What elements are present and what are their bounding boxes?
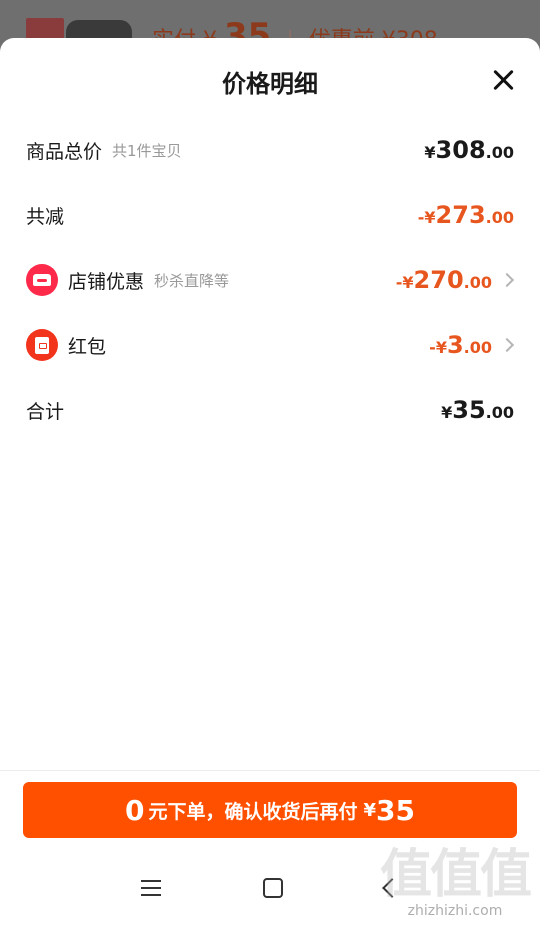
store-discount-note: 秒杀直降等 xyxy=(154,271,230,290)
chevron-right-icon[interactable] xyxy=(499,272,515,288)
amount-integer: 35 xyxy=(452,396,486,424)
currency-symbol: ¥ xyxy=(441,403,453,422)
currency-symbol: ¥ xyxy=(435,338,447,357)
store-discount-amount: - ¥ 270 .00 xyxy=(396,266,492,294)
amount-integer: 308 xyxy=(435,136,486,164)
sheet-title: 价格明细 xyxy=(222,70,318,98)
cta-zero: 0 xyxy=(125,793,145,827)
sum-label: 合计 xyxy=(26,400,65,423)
watermark-url: zhizhizhi.com xyxy=(407,903,503,919)
currency-symbol: ¥ xyxy=(424,208,436,227)
home-icon[interactable] xyxy=(263,877,283,898)
currency-symbol: ¥ xyxy=(402,273,414,292)
place-order-button[interactable]: 0 元下单，确认收货后再付 ¥ 35 xyxy=(23,782,517,838)
minus-sign: - xyxy=(429,338,436,357)
menu-icon[interactable] xyxy=(141,879,161,896)
watermark: 值值值 zhizhizhi.com xyxy=(379,845,532,919)
total-price-amount: ¥ 308 .00 xyxy=(424,136,514,164)
row-store-discount[interactable]: 店铺优惠 秒杀直降等 - ¥ 270 .00 xyxy=(26,260,515,300)
amount-decimal: .00 xyxy=(485,208,514,227)
red-envelope-icon xyxy=(26,329,58,361)
minus-sign: - xyxy=(395,273,403,292)
amount-decimal: .00 xyxy=(485,403,514,422)
row-sum: 合计 ¥ 35 .00 xyxy=(26,390,514,430)
store-icon xyxy=(26,264,58,296)
store-discount-label: 店铺优惠 xyxy=(68,270,145,293)
amount-decimal: .00 xyxy=(463,338,492,357)
total-price-label: 商品总价 xyxy=(26,140,103,163)
close-icon[interactable] xyxy=(492,68,516,92)
cta-text: 元下单，确认收货后再付 xyxy=(148,800,358,823)
price-detail-sheet: 价格明细 商品总价 共1件宝贝 ¥ 308 .00 共减 - ¥ 273 .00… xyxy=(0,38,540,925)
red-envelope-amount: - ¥ 3 .00 xyxy=(429,331,492,359)
item-count: 共1件宝贝 xyxy=(112,141,182,160)
minus-sign: - xyxy=(417,208,425,227)
red-envelope-label: 红包 xyxy=(68,335,107,358)
amount-integer: 270 xyxy=(413,266,464,294)
row-total-reduction: 共减 - ¥ 273 .00 xyxy=(26,195,514,235)
amount-integer: 3 xyxy=(446,331,464,359)
amount-decimal: .00 xyxy=(463,273,492,292)
sum-amount: ¥ 35 .00 xyxy=(441,396,514,424)
row-total-price: 商品总价 共1件宝贝 ¥ 308 .00 xyxy=(26,130,514,170)
amount-decimal: .00 xyxy=(485,143,514,162)
row-red-envelope[interactable]: 红包 - ¥ 3 .00 xyxy=(26,325,515,365)
reduction-amount: - ¥ 273 .00 xyxy=(418,201,514,229)
currency-symbol: ¥ xyxy=(424,143,436,162)
reduction-label: 共减 xyxy=(26,205,65,228)
amount-integer: 273 xyxy=(435,201,486,229)
chevron-right-icon[interactable] xyxy=(499,337,515,353)
cta-currency: ¥ xyxy=(363,799,377,821)
watermark-logo: 值值值 xyxy=(379,845,532,905)
cta-price: 35 xyxy=(376,793,415,827)
footer-divider xyxy=(0,770,540,771)
